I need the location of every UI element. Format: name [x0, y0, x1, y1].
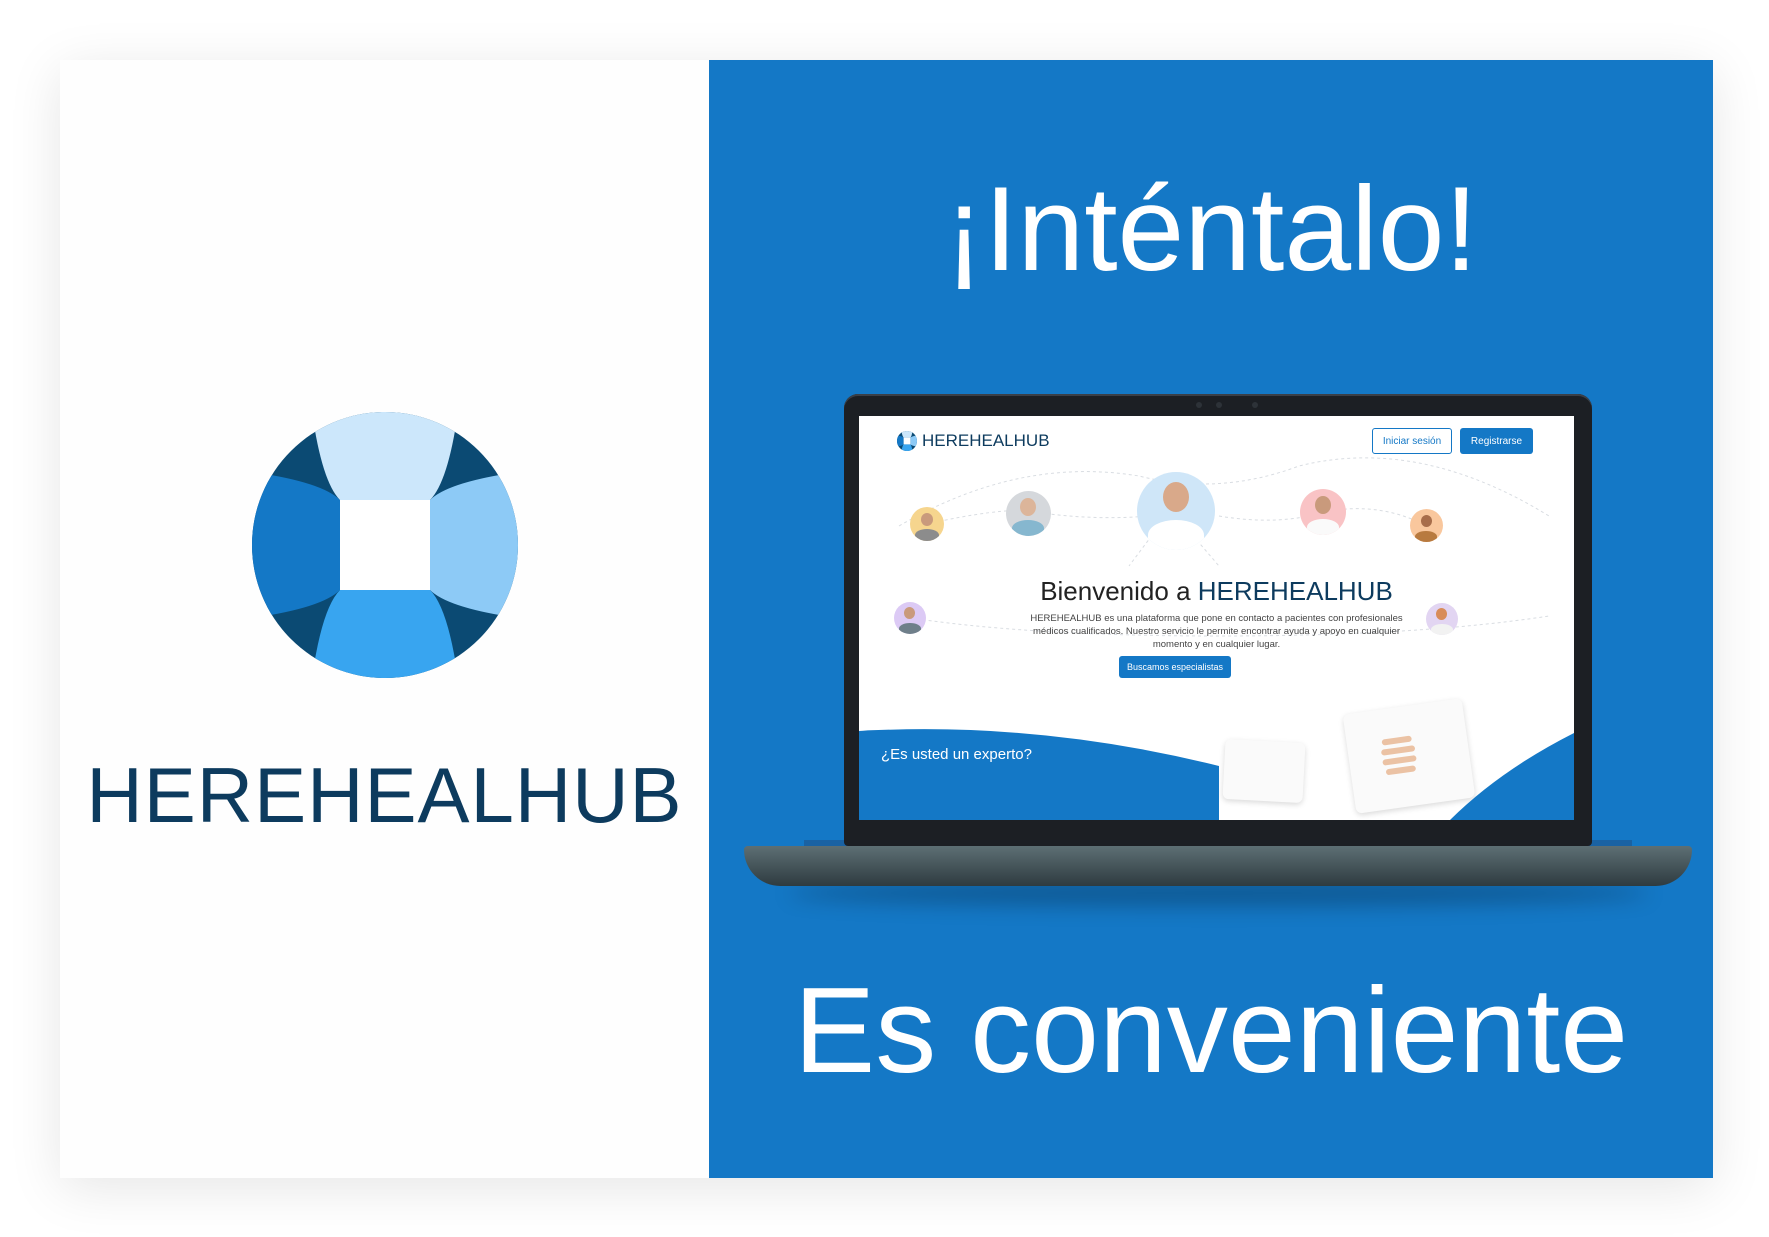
- website-screen: HEREHEALHUB Iniciar sesión Registrarse B…: [859, 416, 1574, 820]
- promo-panel: ¡Inténtalo! HEREHEALHUB Iniciar sesión R…: [709, 60, 1713, 1178]
- user-avatar: [1300, 489, 1346, 535]
- laptop-mockup: HEREHEALHUB Iniciar sesión Registrarse B…: [844, 394, 1592, 846]
- promo-headline: ¡Inténtalo!: [944, 162, 1478, 296]
- site-logo[interactable]: HEREHEALHUB: [897, 431, 1050, 451]
- camera-dot: [1196, 402, 1202, 408]
- user-avatar: [910, 507, 944, 541]
- user-avatar: [1426, 603, 1458, 635]
- camera-lens: [1216, 402, 1222, 408]
- user-avatar: [1410, 509, 1443, 542]
- site-brand-name: HEREHEALHUB: [922, 431, 1050, 450]
- brand-panel: HEREHEALHUB: [60, 60, 709, 1178]
- herehealhub-logo-icon: [897, 431, 917, 451]
- promo-tagline: Es conveniente: [793, 962, 1629, 1098]
- find-specialists-button[interactable]: Buscamos especialistas: [1119, 656, 1231, 678]
- login-button[interactable]: Iniciar sesión: [1372, 428, 1452, 454]
- promo-card: HEREHEALHUB ¡Inténtalo! HEREHEALHUB Inic…: [60, 60, 1713, 1178]
- laptop-base: [744, 846, 1692, 886]
- hero-description: HEREHEALHUB es una plataforma que pone e…: [1030, 613, 1403, 650]
- brand-name: HEREHEALHUB: [86, 751, 683, 839]
- hero-title-brand: HEREHEALHUB: [1197, 576, 1393, 606]
- herehealhub-logo-icon: [252, 412, 518, 678]
- doctor-avatar: [1137, 472, 1215, 550]
- register-button[interactable]: Registrarse: [1460, 428, 1533, 454]
- hero-title-prefix: Bienvenido a: [1040, 576, 1198, 606]
- hero-title: Bienvenido a HEREHEALHUB: [859, 576, 1574, 607]
- user-avatar: [1006, 491, 1051, 536]
- expert-banner-wave: [859, 729, 1574, 820]
- expert-banner-link[interactable]: ¿Es usted un experto?: [881, 746, 1032, 763]
- camera-dot: [1252, 402, 1258, 408]
